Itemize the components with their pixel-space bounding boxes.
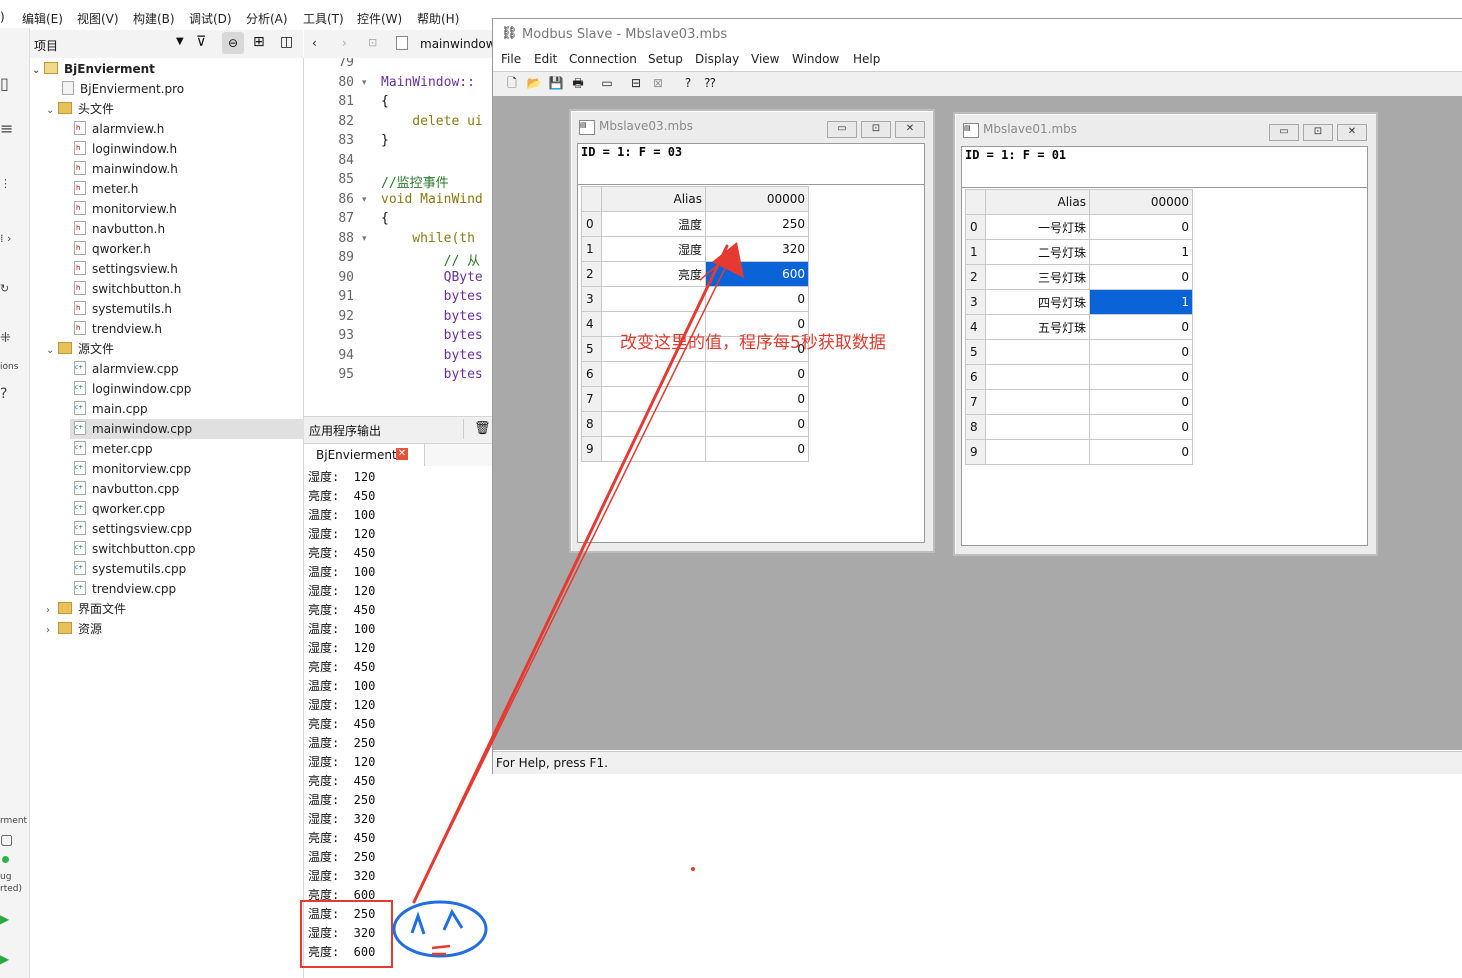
- annotation-dot: [691, 867, 695, 871]
- annotation-smiley-mouth: [431, 944, 451, 956]
- annotation-arrowhead: [712, 242, 744, 278]
- annotation-smiley-left-eye: [410, 911, 426, 935]
- annotation-arrow: [412, 244, 729, 904]
- annotation-arrow-wide: [413, 251, 734, 903]
- annotation-smiley-right-eye: [442, 908, 464, 931]
- annotation-overlay: [392, 242, 744, 958]
